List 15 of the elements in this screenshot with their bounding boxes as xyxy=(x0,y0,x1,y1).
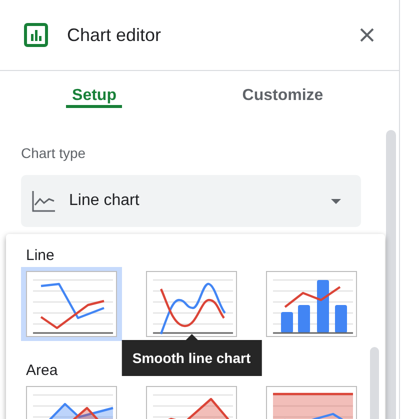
section-title: Area xyxy=(26,362,58,380)
tooltip: Smooth line chart xyxy=(121,334,262,376)
field-label: Chart type xyxy=(21,145,86,161)
scrollbar[interactable] xyxy=(370,347,379,419)
close-icon xyxy=(360,28,374,42)
tab[interactable]: Setup xyxy=(0,71,188,121)
line-chart-icon xyxy=(32,190,56,212)
chart-type-dropdown[interactable]: Line chart xyxy=(21,175,361,227)
tab[interactable]: Customize xyxy=(188,71,377,121)
section-title: Line xyxy=(26,247,54,265)
scrollbar[interactable] xyxy=(386,130,396,419)
dropdown-arrow-icon xyxy=(331,198,341,204)
chart-icon xyxy=(24,23,48,47)
chart-type-option[interactable] xyxy=(21,267,122,341)
window-title: Chart editor xyxy=(67,24,162,46)
